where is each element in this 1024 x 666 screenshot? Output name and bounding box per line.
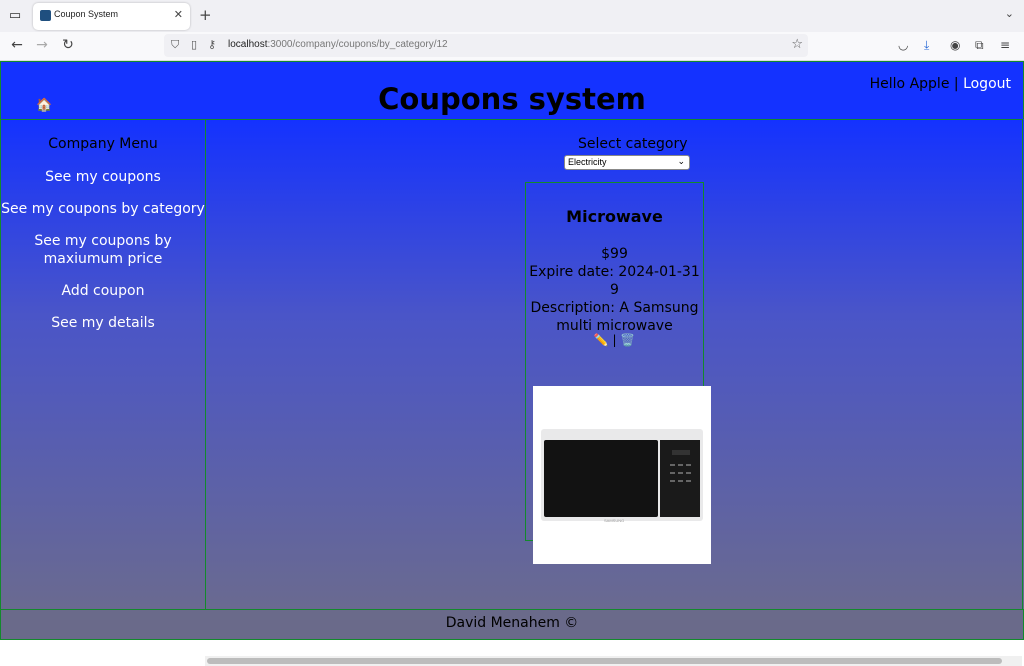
page: 🏠 Coupons system Hello Apple | Logout Co… [0,61,1024,666]
microwave-illustration: SAMSUNG [541,429,703,523]
microwave-button [670,464,675,466]
logout-link[interactable]: Logout [963,76,1011,92]
user-greeting: Hello Apple | Logout [870,76,1011,92]
address-bar[interactable]: ⛉ ▯ ⚷ localhost:3000/company/coupons/by_… [164,34,808,57]
category-select-label: Select category [578,136,688,152]
category-select-value: Electricity [568,157,607,167]
coupon-actions: ✏️ | 🗑️ [526,333,703,347]
microwave-button [678,464,683,466]
horizontal-scrollbar[interactable] [205,656,1022,666]
coupon-expire-date: Expire date: 2024-01-31 [529,264,700,280]
chevron-down-icon: ⌄ [677,156,685,166]
menu-icon[interactable]: ≡ [1000,38,1010,52]
actions-separator: | [612,333,617,347]
chevron-down-icon[interactable]: ⌄ [1005,7,1014,20]
site-header: 🏠 Coupons system Hello Apple | Logout [0,61,1024,120]
microwave-button [686,464,691,466]
microwave-button [678,480,683,482]
sidebar-item-my-details[interactable]: See my details [1,314,205,332]
footer-text: David Menahem © [445,615,579,631]
url-host: localhost [228,39,268,50]
url-path: :3000/company/coupons/by_category/12 [267,39,448,50]
back-icon[interactable]: ← [8,37,26,53]
coupon-price: $99 [601,246,628,262]
microwave-control-panel [660,440,700,517]
category-select[interactable]: Electricity ⌄ [564,155,690,170]
coupon-image: SAMSUNG [533,386,711,564]
edit-pencil-icon[interactable]: ✏️ [594,333,609,347]
key-icon[interactable]: ⚷ [208,38,216,51]
sidebar-item-coupons-by-category[interactable]: See my coupons by category [1,200,205,218]
microwave-door: SAMSUNG [544,440,658,523]
microwave-button [678,472,683,474]
delete-trash-icon[interactable]: 🗑️ [620,333,635,347]
close-icon[interactable]: ✕ [174,8,183,21]
sidebar-item-see-my-coupons[interactable]: See my coupons [1,168,205,186]
microwave-button [670,480,675,482]
coupon-title: Microwave [566,207,663,226]
greeting-separator: | [953,76,959,92]
sidebar-title: Company Menu [48,136,158,152]
pocket-icon[interactable]: ◡ [898,38,908,52]
browser-tab-bar: ▭ Coupon System ✕ + ⌄ [0,0,1024,32]
main-panel: Select category Electricity ⌄ Microwave … [205,119,1023,610]
browser-tab[interactable]: Coupon System ✕ [33,3,190,30]
tab-title: Coupon System [54,9,119,19]
content-area: Company Menu See my coupons See my coupo… [0,119,1024,666]
greeting-text: Hello Apple [869,76,950,92]
account-icon[interactable]: ◉ [950,38,960,52]
shield-icon[interactable]: ⛉ [171,38,179,52]
scrollbar-thumb[interactable] [207,658,1002,664]
microwave-brand: SAMSUNG [604,518,625,523]
page-icon[interactable]: ▯ [191,38,197,51]
sidebar-item-add-coupon[interactable]: Add coupon [1,282,205,300]
microwave-button [686,472,691,474]
forward-icon[interactable]: → [33,37,51,53]
reload-icon[interactable]: ↻ [59,37,77,53]
coupon-description: Description: A Samsung multi microwave [530,300,699,334]
favicon-icon [40,10,51,21]
microwave-button [686,480,691,482]
bookmark-star-icon[interactable]: ☆ [791,37,803,52]
url-text[interactable]: localhost:3000/company/coupons/by_catego… [228,39,448,50]
microwave-display [672,450,690,455]
new-tab-icon[interactable]: + [199,6,212,24]
site-footer: David Menahem © [0,609,1024,640]
extensions-icon[interactable]: ⧉ [975,38,984,53]
microwave-button [670,472,675,474]
browser-navigation-bar: ← → ↻ ⛉ ▯ ⚷ localhost:3000/company/coupo… [0,32,1024,61]
tab-list-icon[interactable]: ▭ [6,7,24,25]
coupon-amount: 9 [610,282,619,298]
sidebar: Company Menu See my coupons See my coupo… [0,119,206,610]
download-icon[interactable]: ⤓ [924,38,929,53]
sidebar-item-coupons-by-max-price[interactable]: See my coupons by maxiumum price [1,232,205,268]
